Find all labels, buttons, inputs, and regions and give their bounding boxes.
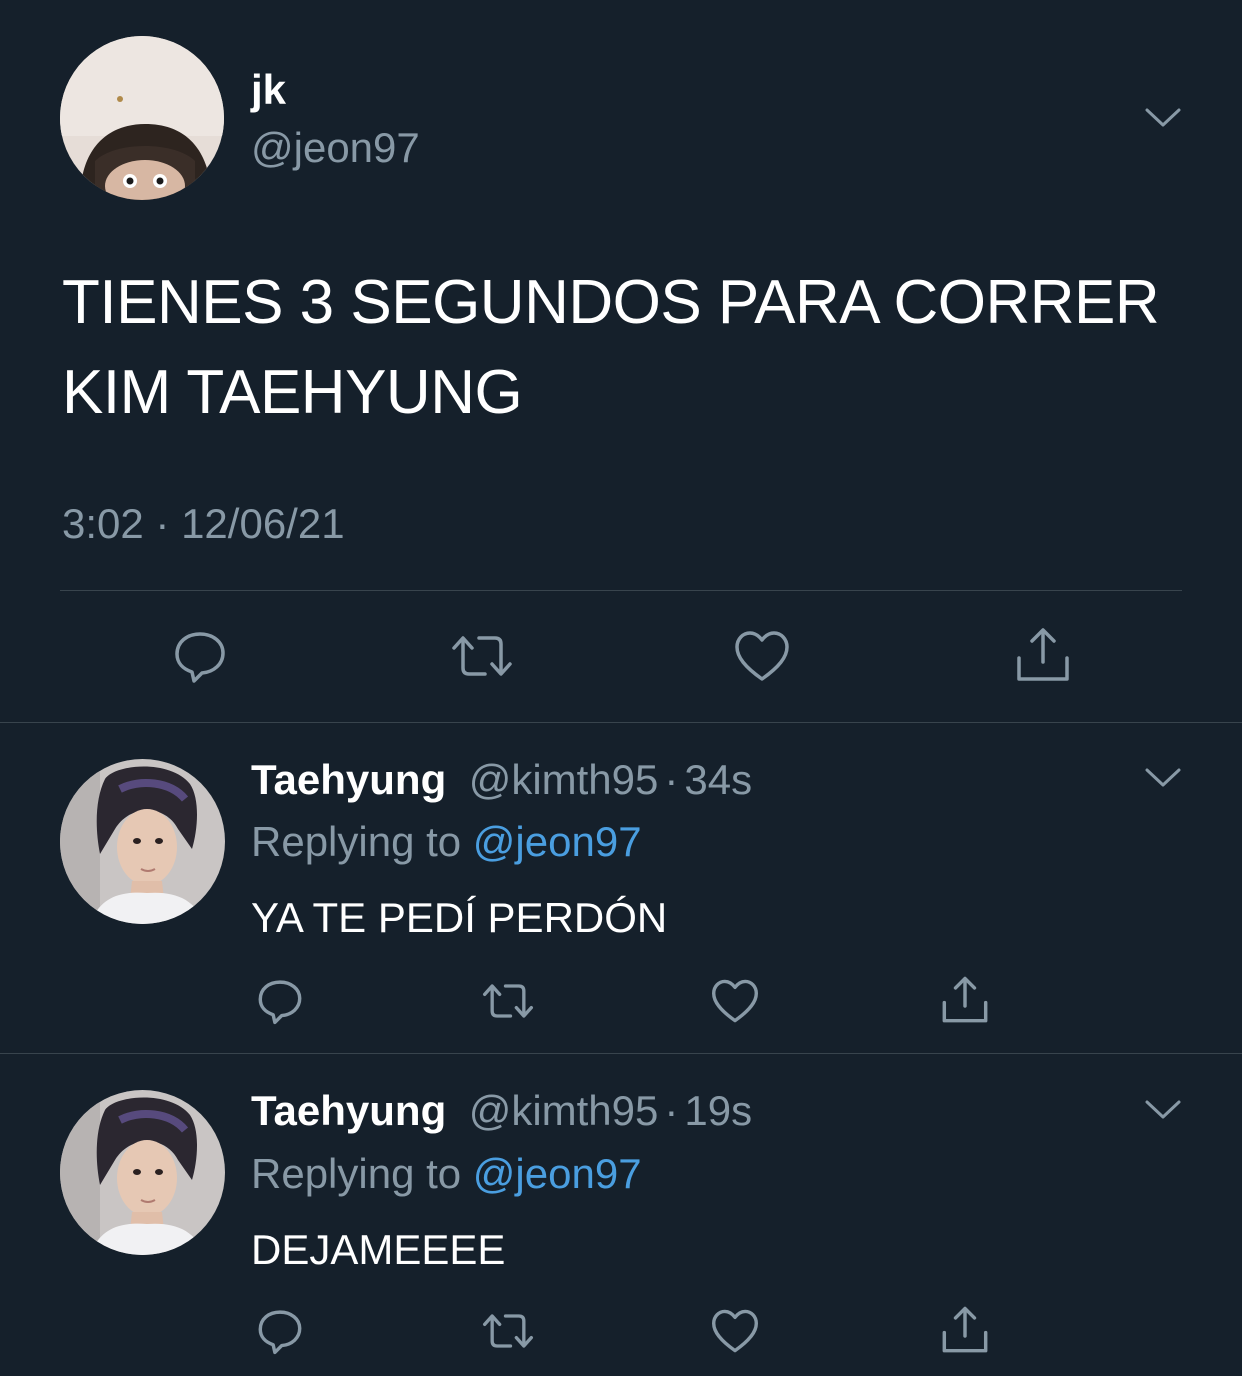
reply-display-name[interactable]: Taehyung — [251, 756, 446, 803]
divider — [0, 722, 1242, 723]
retweet-button[interactable] — [449, 626, 515, 686]
like-icon — [712, 979, 758, 1023]
chevron-down-icon[interactable] — [1143, 98, 1183, 138]
chevron-down-icon[interactable] — [1143, 1090, 1183, 1130]
share-icon — [942, 1306, 988, 1353]
reply-display-name[interactable]: Taehyung — [251, 1087, 446, 1134]
share-button[interactable] — [1012, 624, 1074, 686]
separator-dot: · — [664, 756, 679, 803]
reply-handle[interactable]: @kimth95 — [469, 756, 659, 803]
mention-link[interactable]: @jeon97 — [473, 1150, 642, 1197]
mention-link[interactable]: @jeon97 — [473, 818, 642, 865]
divider — [60, 590, 1182, 591]
reply-text: YA TE PEDÍ PERDÓN — [251, 894, 668, 941]
retweet-button[interactable] — [478, 1306, 538, 1356]
reply-handle[interactable]: @kimth95 — [469, 1087, 659, 1134]
reply-icon — [258, 980, 302, 1025]
reply-age[interactable]: 34s — [684, 756, 752, 803]
reply-text: DEJAMEEEE — [251, 1226, 506, 1273]
replying-to-label: Replying to — [251, 1150, 462, 1197]
tweet-text: TIENES 3 SEGUNDOS PARA CORRER KIM TAEHYU… — [62, 268, 1160, 427]
share-button[interactable] — [939, 974, 991, 1026]
reply-age[interactable]: 19s — [684, 1087, 752, 1134]
share-button[interactable] — [939, 1304, 991, 1356]
reply-header: Taehyung @kimth95 · 19s — [251, 1087, 752, 1135]
reply-button[interactable] — [255, 976, 305, 1026]
retweet-icon — [452, 636, 512, 676]
reply-button[interactable] — [170, 626, 230, 686]
like-button[interactable] — [709, 1306, 761, 1356]
share-icon — [1017, 628, 1069, 681]
avatar-taehyung[interactable] — [60, 1090, 225, 1255]
reply-icon — [175, 632, 225, 683]
separator-dot: · — [664, 1087, 679, 1134]
like-button[interactable] — [732, 626, 792, 686]
avatar-jk[interactable] — [60, 36, 224, 200]
divider — [0, 1053, 1242, 1054]
reply-icon — [258, 1310, 302, 1355]
retweet-icon — [483, 984, 533, 1018]
replying-to: Replying to @jeon97 — [251, 1150, 642, 1198]
author-handle[interactable]: @jeon97 — [251, 124, 420, 172]
author-display-name[interactable]: jk — [251, 66, 286, 114]
replying-to-label: Replying to — [251, 818, 462, 865]
like-icon — [712, 1309, 758, 1353]
like-button[interactable] — [709, 976, 761, 1026]
chevron-down-icon[interactable] — [1143, 758, 1183, 798]
reply-button[interactable] — [255, 1306, 305, 1356]
replying-to: Replying to @jeon97 — [251, 818, 642, 866]
retweet-button[interactable] — [478, 976, 538, 1026]
reply-header: Taehyung @kimth95 · 34s — [251, 756, 752, 804]
avatar-taehyung[interactable] — [60, 759, 225, 924]
retweet-icon — [483, 1314, 533, 1348]
share-icon — [942, 976, 988, 1023]
like-icon — [735, 631, 789, 681]
tweet-timestamp[interactable]: 3:02 · 12/06/21 — [62, 500, 345, 548]
